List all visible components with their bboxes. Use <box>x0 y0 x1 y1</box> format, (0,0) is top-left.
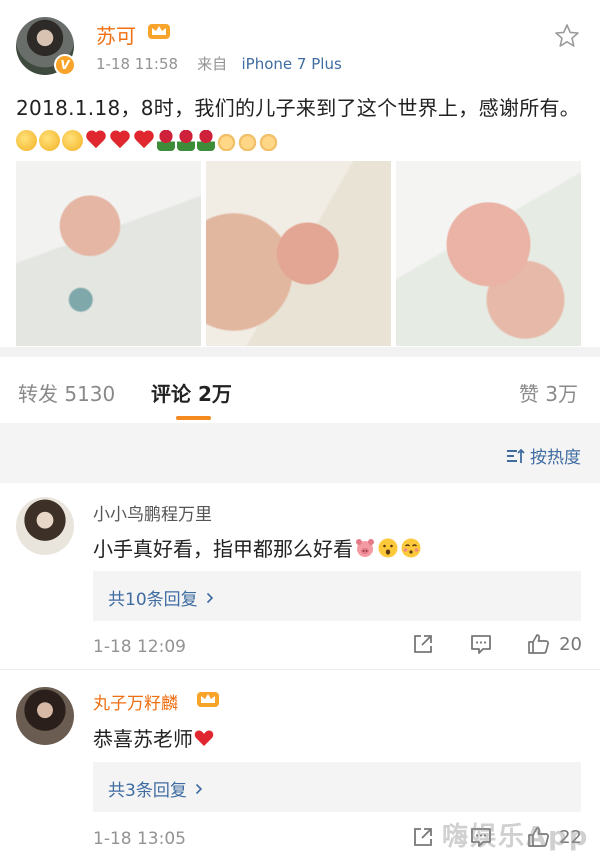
post-body: 2018.1.18，8时，我们的儿子来到了这个世界上，感谢所有。 <box>16 96 581 120</box>
tab-likes[interactable]: 赞 3万 <box>519 378 578 407</box>
replies-label: 共10条回复 <box>108 585 214 610</box>
kissing-closed-eyes-icon <box>401 538 421 557</box>
heart-icon <box>133 130 155 150</box>
baby-hand-holding-finger-photo[interactable] <box>396 161 581 346</box>
author-avatar[interactable]: V <box>16 17 76 76</box>
heart-icon <box>85 130 107 150</box>
comment-body: 小手真好看，指甲都那么好看 <box>93 537 353 561</box>
astonished-face-icon <box>378 538 398 557</box>
commenter-avatar[interactable] <box>16 497 74 555</box>
comment-text: 小手真好看，指甲都那么好看 <box>93 533 422 562</box>
tab-comments[interactable]: 评论 2万 <box>151 378 232 407</box>
sort-by-hot-button[interactable]: 按热度 <box>506 443 581 468</box>
post-source[interactable]: iPhone 7 Plus <box>242 55 342 73</box>
vip-crown-icon <box>148 24 170 39</box>
weibo-post: V 苏可 1-18 11:58 来自 iPhone 7 Plus 2018.1.… <box>0 0 600 347</box>
sort-bar: 按热度 <box>0 423 600 483</box>
like-count: 20 <box>559 633 582 655</box>
post-time: 1-18 11:58 <box>96 55 179 73</box>
baby-foot-photo[interactable] <box>16 161 201 346</box>
baby-fist-photo[interactable] <box>206 161 391 346</box>
share-icon[interactable] <box>411 632 435 656</box>
comment-actions: 20 <box>411 632 582 656</box>
view-replies-button[interactable]: 共3条回复 <box>93 762 581 812</box>
watermark: 嗨娱乐App <box>442 822 590 852</box>
tab-repost[interactable]: 转发 5130 <box>18 378 115 407</box>
sort-icon <box>506 447 526 465</box>
rose-icon <box>177 130 195 151</box>
favorite-star-icon[interactable] <box>553 22 581 50</box>
post-photos <box>16 161 581 346</box>
blowing-kiss-icon <box>39 130 60 151</box>
chevron-right-icon <box>206 592 213 603</box>
active-tab-indicator <box>176 416 211 420</box>
share-icon[interactable] <box>411 825 435 849</box>
source-prefix: 来自 <box>197 55 228 73</box>
victory-hand-icon <box>259 130 278 151</box>
blowing-kiss-icon <box>62 130 83 151</box>
blowing-kiss-icon <box>16 130 37 151</box>
commenter-name[interactable]: 小小鸟鹏程万里 <box>93 500 212 525</box>
victory-hand-icon <box>238 130 257 151</box>
comment-icon[interactable] <box>469 632 493 656</box>
verified-badge-icon: V <box>54 54 76 76</box>
post-text: 2018.1.18，8时，我们的儿子来到了这个世界上，感谢所有。 <box>16 92 586 158</box>
commenter-avatar[interactable] <box>16 687 74 745</box>
author-name[interactable]: 苏可 <box>96 20 136 49</box>
vip-crown-icon <box>197 692 219 707</box>
comment-body: 恭喜苏老师 <box>93 727 193 751</box>
comment-item: 小小鸟鹏程万里 小手真好看，指甲都那么好看 共10条回复 1-18 12:09 … <box>0 483 600 670</box>
commenter-name[interactable]: 丸子万籽麟 <box>93 689 178 714</box>
replies-count: 共3条回复 <box>108 781 187 801</box>
heart-icon <box>109 130 131 150</box>
post-meta: 1-18 11:58 来自 iPhone 7 Plus <box>96 53 342 74</box>
heart-icon <box>194 730 214 746</box>
replies-label: 共3条回复 <box>108 776 203 801</box>
post-tabs: 转发 5130 评论 2万 赞 3万 <box>0 357 600 423</box>
comment-time: 1-18 13:05 <box>93 829 186 849</box>
comment-time: 1-18 12:09 <box>93 637 186 657</box>
comment-text: 恭喜苏老师 <box>93 723 214 752</box>
rose-icon <box>157 130 175 151</box>
section-divider <box>0 347 600 357</box>
rose-icon <box>197 130 215 151</box>
pig-face-icon <box>356 538 374 557</box>
thumbs-up-icon[interactable] <box>527 632 551 656</box>
sort-label: 按热度 <box>530 448 581 468</box>
victory-hand-icon <box>217 130 236 151</box>
post-emojis <box>16 130 278 151</box>
view-replies-button[interactable]: 共10条回复 <box>93 571 581 621</box>
chevron-right-icon <box>195 783 202 794</box>
replies-count: 共10条回复 <box>108 590 198 610</box>
